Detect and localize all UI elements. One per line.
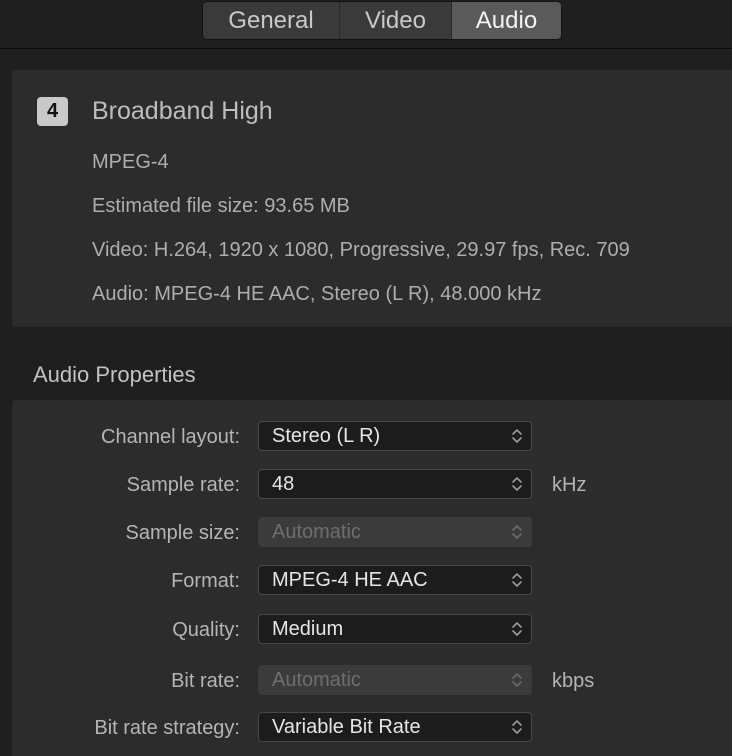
tab-audio[interactable]: Audio bbox=[451, 2, 561, 39]
up-down-chevron-icon bbox=[512, 525, 522, 539]
up-down-chevron-icon bbox=[512, 477, 522, 491]
bit-rate-strategy-label: Bit rate strategy: bbox=[94, 717, 240, 739]
bit-rate-combo: Automatic bbox=[258, 665, 532, 695]
quality-popup[interactable]: Medium bbox=[258, 614, 532, 644]
tab-bar: General Video Audio bbox=[0, 0, 732, 49]
audio-properties-heading: Audio Properties bbox=[33, 362, 196, 387]
quality-value: Medium bbox=[272, 618, 344, 640]
sample-size-label: Sample size: bbox=[125, 522, 241, 544]
bit-rate-unit: kbps bbox=[552, 670, 595, 692]
tab-video[interactable]: Video bbox=[339, 2, 451, 39]
estimated-file-size: Estimated file size: 93.65 MB bbox=[92, 195, 350, 217]
audio-summary: Audio: MPEG-4 HE AAC, Stereo (L R), 48.0… bbox=[92, 283, 542, 305]
channel-layout-value: Stereo (L R) bbox=[272, 425, 381, 447]
bit-rate-strategy-popup[interactable]: Variable Bit Rate bbox=[258, 712, 532, 742]
quality-label: Quality: bbox=[172, 619, 240, 641]
format-popup[interactable]: MPEG-4 HE AAC bbox=[258, 565, 532, 595]
sample-rate-label: Sample rate: bbox=[126, 474, 240, 496]
channel-layout-popup[interactable]: Stereo (L R) bbox=[258, 421, 532, 451]
up-down-chevron-icon bbox=[512, 673, 522, 687]
sample-size-value: Automatic bbox=[272, 521, 361, 543]
preset-title: Broadband High bbox=[92, 97, 273, 125]
format-label: Format: bbox=[171, 570, 240, 592]
up-down-chevron-icon bbox=[512, 429, 522, 443]
channel-layout-label: Channel layout: bbox=[101, 426, 240, 448]
tab-general[interactable]: General bbox=[203, 2, 339, 39]
format-value: MPEG-4 HE AAC bbox=[272, 569, 428, 591]
video-summary: Video: H.264, 1920 x 1080, Progressive, … bbox=[92, 239, 630, 261]
sample-rate-value: 48 bbox=[272, 473, 295, 495]
up-down-chevron-icon bbox=[512, 622, 522, 636]
sample-rate-combo[interactable]: 48 bbox=[258, 469, 532, 499]
container-format: MPEG-4 bbox=[92, 151, 169, 173]
sample-size-popup: Automatic bbox=[258, 517, 532, 547]
segmented-control: General Video Audio bbox=[202, 1, 562, 40]
audio-properties-panel: Channel layout: Stereo (L R) Sample rate… bbox=[12, 400, 732, 756]
bit-rate-label: Bit rate: bbox=[171, 670, 240, 692]
preset-number-badge: 4 bbox=[37, 97, 68, 126]
bit-rate-value: Automatic bbox=[272, 669, 361, 691]
preset-summary-panel: 4 Broadband High MPEG-4 Estimated file s… bbox=[12, 70, 732, 327]
up-down-chevron-icon bbox=[512, 573, 522, 587]
up-down-chevron-icon bbox=[512, 720, 522, 734]
sample-rate-unit: kHz bbox=[552, 474, 587, 496]
bit-rate-strategy-value: Variable Bit Rate bbox=[272, 716, 421, 738]
